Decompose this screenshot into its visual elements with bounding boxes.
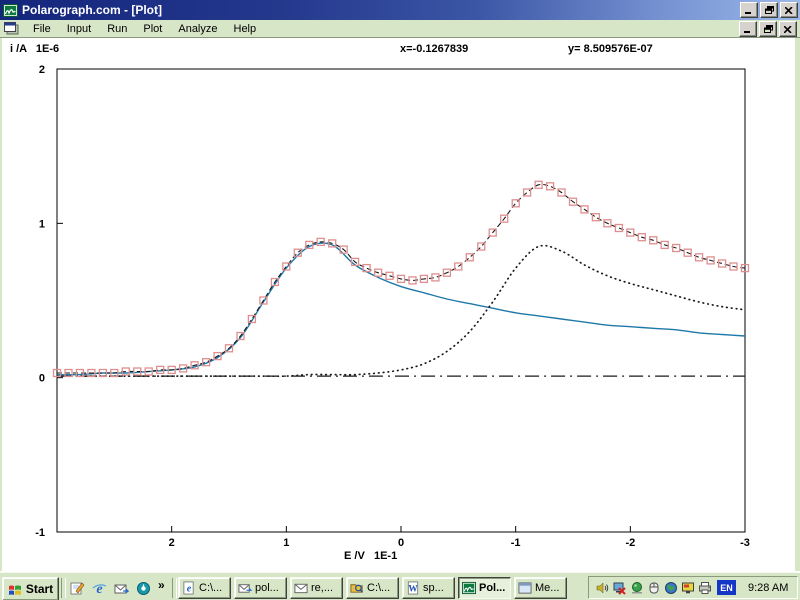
data-point-marker: [719, 260, 726, 267]
svg-text:W: W: [408, 584, 418, 594]
volume-icon[interactable]: [595, 580, 610, 595]
language-indicator[interactable]: EN: [717, 580, 736, 595]
task-button-label: pol...: [255, 582, 279, 594]
taskbar-separator: [61, 578, 66, 598]
menu-analyze[interactable]: Analyze: [170, 21, 225, 37]
data-point-marker: [615, 225, 622, 232]
internet-explorer-page-icon: e: [182, 581, 196, 595]
series-measured-data: [57, 184, 745, 373]
x-tick-label: -3: [740, 537, 750, 549]
plot-canvas[interactable]: 2 1 0 -1 -2 -3 2 1 0 -1: [0, 39, 800, 571]
menu-input[interactable]: Input: [59, 21, 99, 37]
start-label: Start: [26, 582, 53, 596]
polarograph-icon: [462, 581, 476, 595]
x-tick-label: 2: [169, 537, 175, 549]
series-fit-component-2: [57, 246, 745, 377]
taskbar-separator: [172, 578, 177, 598]
series-fit-component-1: [57, 243, 745, 375]
task-button-label: sp...: [423, 582, 444, 594]
svg-text:e: e: [187, 584, 192, 595]
data-point-marker: [547, 183, 554, 190]
task-button-pol-mail[interactable]: pol...: [234, 577, 287, 599]
window-minimize-button[interactable]: [740, 2, 758, 18]
x-tick-label: -2: [625, 537, 635, 549]
title-bar: Polarograph.com - [Plot]: [0, 0, 800, 20]
data-point-marker: [696, 254, 703, 261]
taskbar-clock[interactable]: 9:28 AM: [748, 582, 788, 594]
y-tick-label: 1: [39, 218, 45, 230]
printer-icon[interactable]: [697, 580, 712, 595]
plot-frame: [57, 69, 745, 532]
child-restore-button[interactable]: [759, 21, 777, 37]
menu-help[interactable]: Help: [226, 21, 265, 37]
task-button-me[interactable]: Me...: [514, 577, 567, 599]
task-button-polarograph[interactable]: Pol...: [458, 577, 511, 599]
menu-bar: File Input Run Plot Analyze Help: [0, 20, 800, 38]
menu-file[interactable]: File: [25, 21, 59, 37]
polarograph-app-icon: [3, 4, 18, 17]
x-tick-label: 1: [283, 537, 289, 549]
y-tick-label: 2: [39, 64, 45, 76]
display-icon[interactable]: [680, 580, 695, 595]
data-point-marker: [592, 214, 599, 221]
outlook-express-icon: [238, 581, 252, 595]
y-tick-label: -1: [35, 527, 45, 539]
explorer-search-icon: [350, 581, 364, 595]
internet-explorer-icon[interactable]: e: [90, 579, 108, 597]
task-button-explorer[interactable]: C:\...: [346, 577, 399, 599]
task-button-label: C:\...: [367, 582, 390, 594]
globe-icon[interactable]: [663, 580, 678, 595]
menu-run[interactable]: Run: [99, 21, 135, 37]
taskbar: Start e » e C:\... pol... re,...: [0, 572, 800, 600]
task-button-ie[interactable]: e C:\...: [178, 577, 231, 599]
task-button-re-mail[interactable]: re,...: [290, 577, 343, 599]
task-button-label: re,...: [311, 582, 333, 594]
windows-logo-icon: [8, 583, 23, 596]
update-ball-icon[interactable]: [629, 580, 644, 595]
window-close-button[interactable]: [780, 2, 798, 18]
mouse-icon[interactable]: [646, 580, 661, 595]
show-desktop-icon[interactable]: [68, 579, 86, 597]
window-title: Polarograph.com - [Plot]: [22, 3, 162, 17]
data-point-marker: [455, 263, 462, 270]
network-error-icon[interactable]: [612, 580, 627, 595]
task-button-label: Me...: [535, 582, 559, 594]
window-restore-button[interactable]: [760, 2, 778, 18]
outlook-express-icon[interactable]: [112, 579, 130, 597]
media-clock-icon[interactable]: [134, 579, 152, 597]
task-button-word[interactable]: W sp...: [402, 577, 455, 599]
y-tick-label: 0: [39, 373, 45, 385]
menu-plot[interactable]: Plot: [135, 21, 170, 37]
task-button-label: Pol...: [479, 582, 505, 594]
data-point-marker: [386, 272, 393, 279]
x-tick-label: 0: [398, 537, 404, 549]
svg-text:e: e: [96, 582, 102, 596]
child-minimize-button[interactable]: [739, 21, 757, 37]
task-button-label: C:\...: [199, 582, 222, 594]
x-tick-label: -1: [511, 537, 521, 549]
desktop-screen: Polarograph.com - [Plot] File Input Run …: [0, 0, 800, 600]
child-close-button[interactable]: [779, 21, 797, 37]
window-icon: [518, 581, 532, 595]
quick-launch-overflow-chevron[interactable]: »: [158, 578, 165, 592]
mail-message-icon: [294, 581, 308, 595]
word-document-icon: W: [406, 581, 420, 595]
start-button[interactable]: Start: [2, 577, 59, 600]
mdi-child-icon[interactable]: [4, 22, 19, 35]
system-tray: EN 9:28 AM: [588, 576, 798, 599]
